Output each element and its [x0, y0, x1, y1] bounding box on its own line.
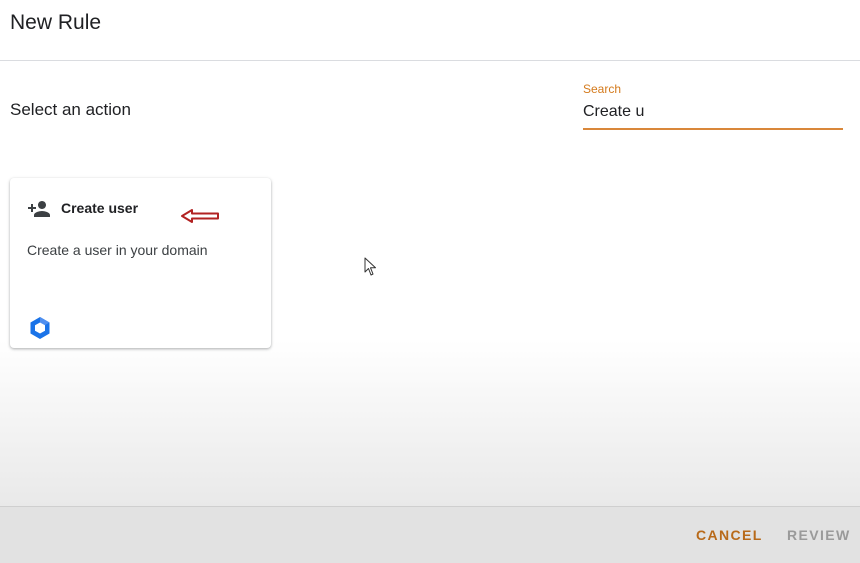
card-description: Create a user in your domain: [27, 242, 208, 258]
review-button[interactable]: REVIEW: [787, 527, 851, 543]
person-add-icon: [28, 201, 50, 217]
search-label: Search: [583, 82, 622, 96]
search-underline: [583, 128, 843, 130]
search-field[interactable]: Search: [583, 82, 843, 130]
dialog-footer: CANCEL REVIEW: [0, 506, 860, 563]
section-title: Select an action: [10, 100, 131, 119]
dialog-header: New Rule: [0, 0, 860, 61]
card-title: Create user: [61, 200, 139, 216]
mouse-cursor-icon: [364, 257, 376, 276]
cancel-button[interactable]: CANCEL: [696, 527, 763, 543]
action-card-create-user[interactable]: Create user Create a user in your domain: [10, 178, 271, 348]
search-input[interactable]: [583, 100, 843, 124]
google-workspace-hex-icon: [30, 317, 50, 339]
annotation-arrow-icon: [181, 209, 219, 223]
dialog-title: New Rule: [10, 11, 102, 34]
